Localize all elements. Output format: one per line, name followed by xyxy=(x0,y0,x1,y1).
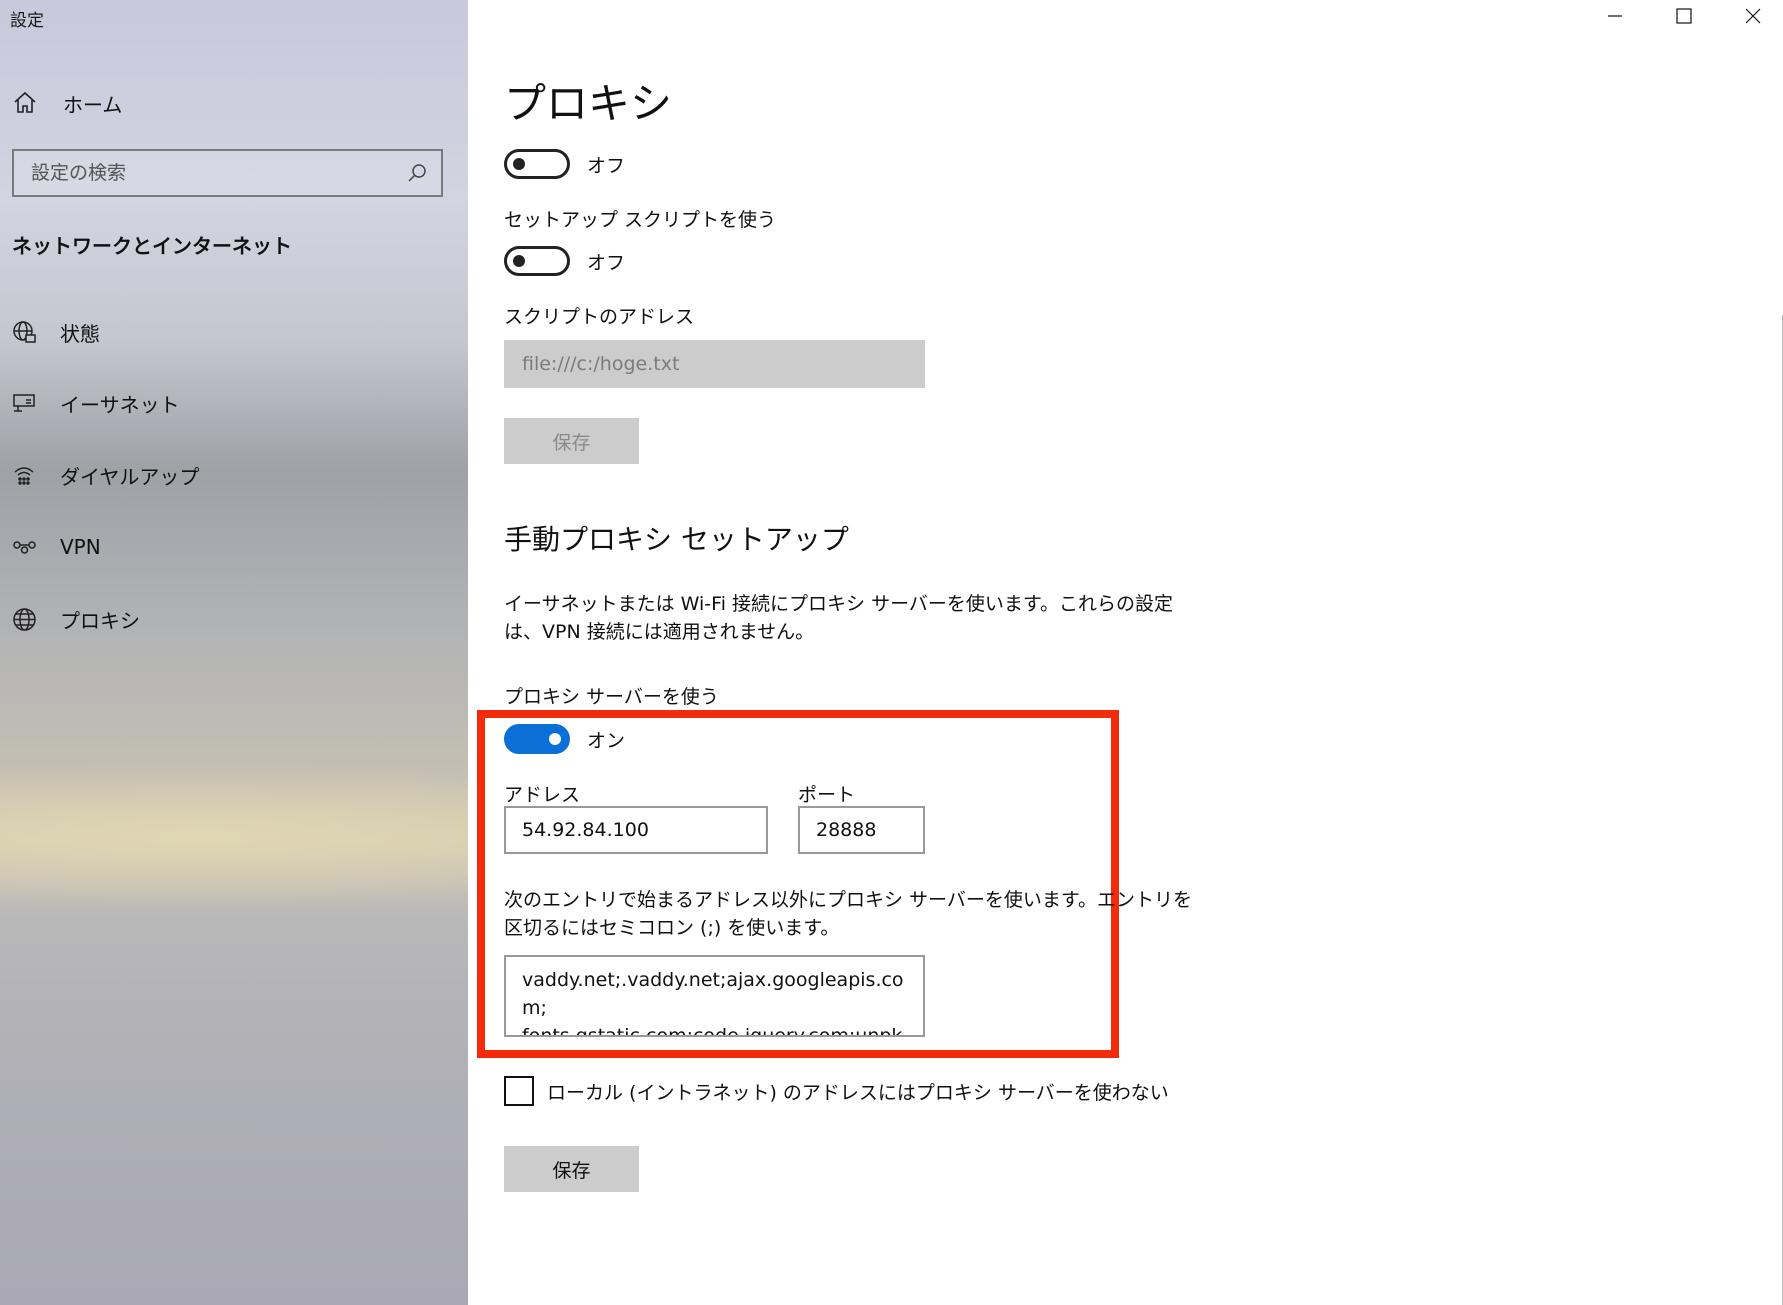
script-address-field[interactable]: file:///c:/hoge.txt xyxy=(504,340,925,388)
setup-script-row: オフ xyxy=(504,246,625,276)
use-proxy-toggle[interactable] xyxy=(504,724,570,754)
sidebar-section-title: ネットワークとインターネット xyxy=(12,234,292,258)
sidebar: 設定 ホーム ネットワークとインターネット 状態 xyxy=(0,0,468,1305)
sidebar-item-label: ホーム xyxy=(63,92,123,117)
setup-script-state: オフ xyxy=(587,251,626,274)
app-title: 設定 xyxy=(10,11,44,31)
page-title: プロキシ xyxy=(504,79,673,128)
auto-detect-state: オフ xyxy=(587,154,626,177)
maximize-icon xyxy=(1676,8,1692,28)
exceptions-description: 次のエントリで始まるアドレス以外にプロキシ サーバーを使います。エントリを区切る… xyxy=(504,889,1192,939)
use-proxy-row: オン xyxy=(504,724,625,754)
proxy-address-field[interactable]: 54.92.84.100 xyxy=(504,806,768,854)
sidebar-item-label: プロキシ xyxy=(60,608,140,633)
setup-script-toggle[interactable] xyxy=(504,246,570,276)
sidebar-item-status[interactable]: 状態 xyxy=(12,314,100,350)
bypass-local-checkbox[interactable] xyxy=(504,1076,534,1106)
toggle-knob xyxy=(513,255,525,267)
minimize-button[interactable] xyxy=(1585,0,1645,36)
toggle-knob xyxy=(513,158,525,170)
home-icon xyxy=(12,91,37,116)
auto-detect-toggle[interactable] xyxy=(504,149,570,179)
sidebar-item-label: イーサネット xyxy=(60,392,180,417)
search-box[interactable] xyxy=(12,149,443,197)
close-button[interactable] xyxy=(1723,0,1783,36)
sidebar-item-label: 状態 xyxy=(60,321,100,346)
ethernet-icon xyxy=(12,391,37,416)
script-save-button[interactable]: 保存 xyxy=(504,418,639,464)
search-input[interactable] xyxy=(31,162,391,184)
setup-script-label: セットアップ スクリプトを使う xyxy=(504,209,777,231)
globe-icon xyxy=(12,607,37,632)
toggle-knob xyxy=(549,733,561,745)
maximize-button[interactable] xyxy=(1654,0,1714,36)
main-content: プロキシ オフ セットアップ スクリプトを使う オフ スクリプトのアドレス fi… xyxy=(468,0,1783,1305)
search-icon[interactable] xyxy=(404,161,429,186)
vpn-icon xyxy=(12,535,37,560)
manual-proxy-heading: 手動プロキシ セットアップ xyxy=(504,523,849,556)
sidebar-item-label: ダイヤルアップ xyxy=(60,464,200,489)
address-label: アドレス xyxy=(504,784,581,806)
script-address-label: スクリプトのアドレス xyxy=(504,306,695,328)
sidebar-item-proxy[interactable]: プロキシ xyxy=(12,601,140,637)
close-icon xyxy=(1745,8,1761,28)
sidebar-item-vpn[interactable]: VPN xyxy=(12,529,101,565)
network-status-icon xyxy=(12,320,37,345)
manual-proxy-description: イーサネットまたは Wi-Fi 接続にプロキシ サーバーを使います。これらの設定… xyxy=(504,593,1173,643)
dialup-icon xyxy=(12,463,37,488)
sidebar-item-home[interactable]: ホーム xyxy=(12,86,122,120)
manual-save-button[interactable]: 保存 xyxy=(504,1146,639,1192)
bypass-local-row[interactable]: ローカル (イントラネット) のアドレスにはプロキシ サーバーを使わない xyxy=(504,1076,1169,1106)
exceptions-textarea[interactable]: vaddy.net;.vaddy.net;ajax.googleapis.com… xyxy=(504,955,925,1037)
port-label: ポート xyxy=(798,784,856,806)
sidebar-item-label: VPN xyxy=(60,535,101,559)
use-proxy-state: オン xyxy=(587,729,626,752)
bypass-local-label: ローカル (イントラネット) のアドレスにはプロキシ サーバーを使わない xyxy=(547,1081,1169,1104)
sidebar-item-ethernet[interactable]: イーサネット xyxy=(12,385,180,421)
proxy-port-field[interactable]: 28888 xyxy=(798,806,925,854)
minimize-icon xyxy=(1607,8,1623,28)
auto-detect-row: オフ xyxy=(504,149,625,179)
sidebar-item-dialup[interactable]: ダイヤルアップ xyxy=(12,457,199,493)
use-proxy-label: プロキシ サーバーを使う xyxy=(504,686,719,708)
